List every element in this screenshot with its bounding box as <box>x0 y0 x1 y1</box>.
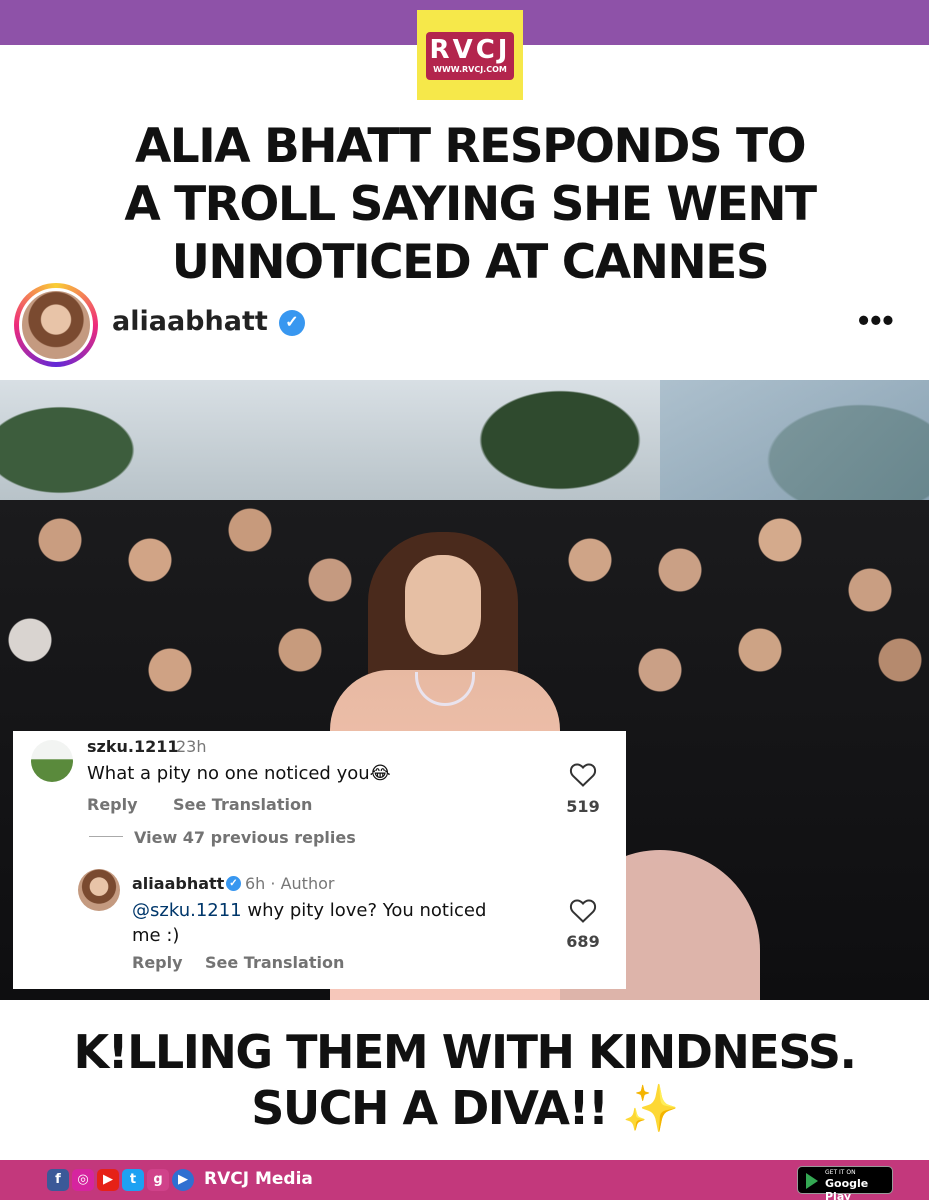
reply-body: why pity love? You noticed <box>241 900 487 921</box>
reply-username[interactable]: aliaabhatt <box>132 874 224 893</box>
verified-icon: ✓ <box>279 310 305 336</box>
logo-plate: RVCJ WWW.RVCJ.COM <box>426 32 514 80</box>
rvcj-logo: RVCJ WWW.RVCJ.COM <box>417 10 523 100</box>
facebook-icon[interactable]: f <box>47 1169 69 1191</box>
headline-line-1: ALIA BHATT RESPONDS TO <box>134 119 807 174</box>
see-translation-button[interactable]: See Translation <box>205 953 344 972</box>
tagline-line-1: K!LLING THEM WITH KINDNESS. <box>73 1025 858 1079</box>
footer-bar: f ◎ ▶ t g ▶ RVCJ Media GET IT ON Google … <box>0 1160 929 1200</box>
comment-body: What a pity no one noticed you <box>87 763 370 784</box>
comment-time: 23h <box>176 737 207 756</box>
heart-icon[interactable] <box>569 898 597 924</box>
sparkle-icon: ✨ <box>621 1081 679 1135</box>
post-header: aliaabhatt ✓ ••• <box>0 280 929 372</box>
instagram-icon[interactable]: ◎ <box>72 1169 94 1191</box>
tagline: K!LLING THEM WITH KINDNESS. SUCH A DIVA!… <box>0 1024 929 1136</box>
reply-button[interactable]: Reply <box>132 953 183 972</box>
see-translation-button[interactable]: See Translation <box>173 795 312 814</box>
commenter-username[interactable]: szku.1211 <box>87 737 178 756</box>
google-play-icon <box>806 1173 818 1189</box>
gplus-icon[interactable]: g <box>147 1169 169 1191</box>
store-big-text: Google Play <box>825 1177 869 1200</box>
headline-line-2: A TROLL SAYING SHE WENT <box>124 177 817 232</box>
logo-url: WWW.RVCJ.COM <box>433 65 507 74</box>
post-username[interactable]: aliaabhatt <box>112 306 268 337</box>
like-count: 689 <box>566 932 600 951</box>
mention-link[interactable]: @szku.1211 <box>132 900 242 921</box>
verified-icon: ✓ <box>226 876 241 891</box>
story-ring[interactable] <box>14 283 98 367</box>
laughing-emoji-icon: 😂 <box>369 763 391 784</box>
reply-avatar[interactable] <box>78 869 120 911</box>
comment-text: What a pity no one noticed you😂 <box>87 761 391 786</box>
comment-thread: szku.1211 23h What a pity no one noticed… <box>13 731 626 989</box>
logo-text: RVCJ <box>429 35 511 65</box>
view-replies-button[interactable]: View 47 previous replies <box>134 828 356 847</box>
heart-icon[interactable] <box>569 762 597 788</box>
commenter-avatar[interactable] <box>31 740 73 782</box>
photo-face <box>405 555 481 655</box>
google-play-badge[interactable]: GET IT ON Google Play <box>797 1166 893 1200</box>
reply-meta: 6h · Author <box>245 874 335 893</box>
youtube-icon[interactable]: ▶ <box>97 1169 119 1191</box>
store-small-text: GET IT ON <box>825 1169 856 1176</box>
reply-text: @szku.1211 why pity love? You noticed me… <box>132 898 552 948</box>
replies-divider <box>89 836 123 837</box>
headline: ALIA BHATT RESPONDS TO A TROLL SAYING SH… <box>60 118 880 292</box>
tagline-line-2: SUCH A DIVA!! ✨ <box>0 1080 929 1136</box>
reply-button[interactable]: Reply <box>87 795 138 814</box>
twitter-icon[interactable]: t <box>122 1169 144 1191</box>
play-icon[interactable]: ▶ <box>172 1169 194 1191</box>
more-options-button[interactable]: ••• <box>858 302 895 339</box>
like-count: 519 <box>566 797 600 816</box>
tagline-line-2-text: SUCH A DIVA!! <box>251 1081 622 1135</box>
footer-brand: RVCJ Media <box>204 1169 313 1189</box>
reply-body-line-2: me :) <box>132 925 180 946</box>
avatar <box>19 288 93 362</box>
